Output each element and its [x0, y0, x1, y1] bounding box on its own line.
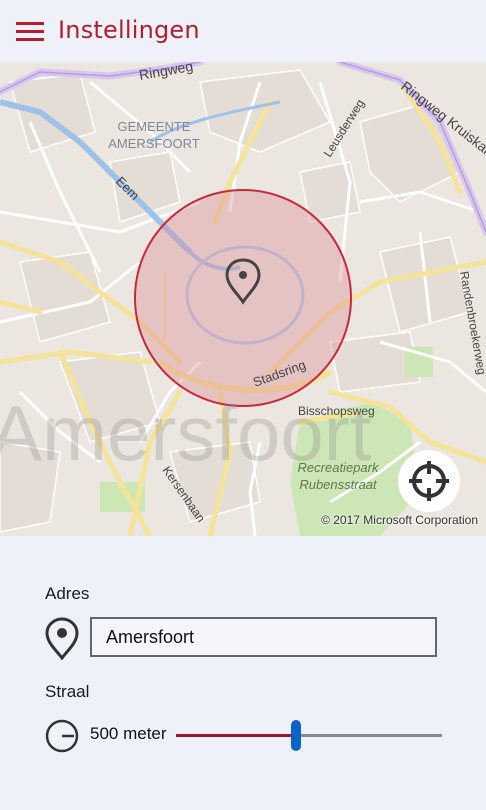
app-header: Instellingen	[0, 0, 486, 62]
hamburger-menu-icon[interactable]	[16, 22, 44, 42]
address-label: Adres	[45, 584, 90, 603]
radius-gauge-icon	[45, 719, 79, 753]
settings-form: Adres Straal 500 meter	[0, 536, 486, 810]
locate-button[interactable]	[398, 450, 460, 512]
address-input[interactable]	[90, 617, 437, 657]
map-label-district-2: AMERSFOORT	[108, 136, 200, 151]
map-copyright: © 2017 Microsoft Corporation	[321, 513, 478, 527]
radius-slider-fill	[176, 734, 296, 737]
location-pin-icon	[45, 617, 79, 660]
page-title: Instellingen	[58, 16, 200, 44]
radius-slider-thumb[interactable]	[290, 720, 301, 751]
radius-label: Straal	[45, 682, 90, 701]
radius-value-text: 500 meter	[90, 724, 167, 743]
map-view[interactable]: Ringweg Ringweg Kruiskamp Leusderweg Ran…	[0, 62, 486, 536]
radius-slider[interactable]	[176, 720, 442, 751]
map-label-city: Amersfoort	[0, 389, 372, 477]
map-label-district-1: GEMEENTE	[118, 119, 191, 134]
crosshair-locate-icon	[409, 461, 449, 501]
map-label-rubensstraat: Rubensstraat	[299, 477, 378, 492]
